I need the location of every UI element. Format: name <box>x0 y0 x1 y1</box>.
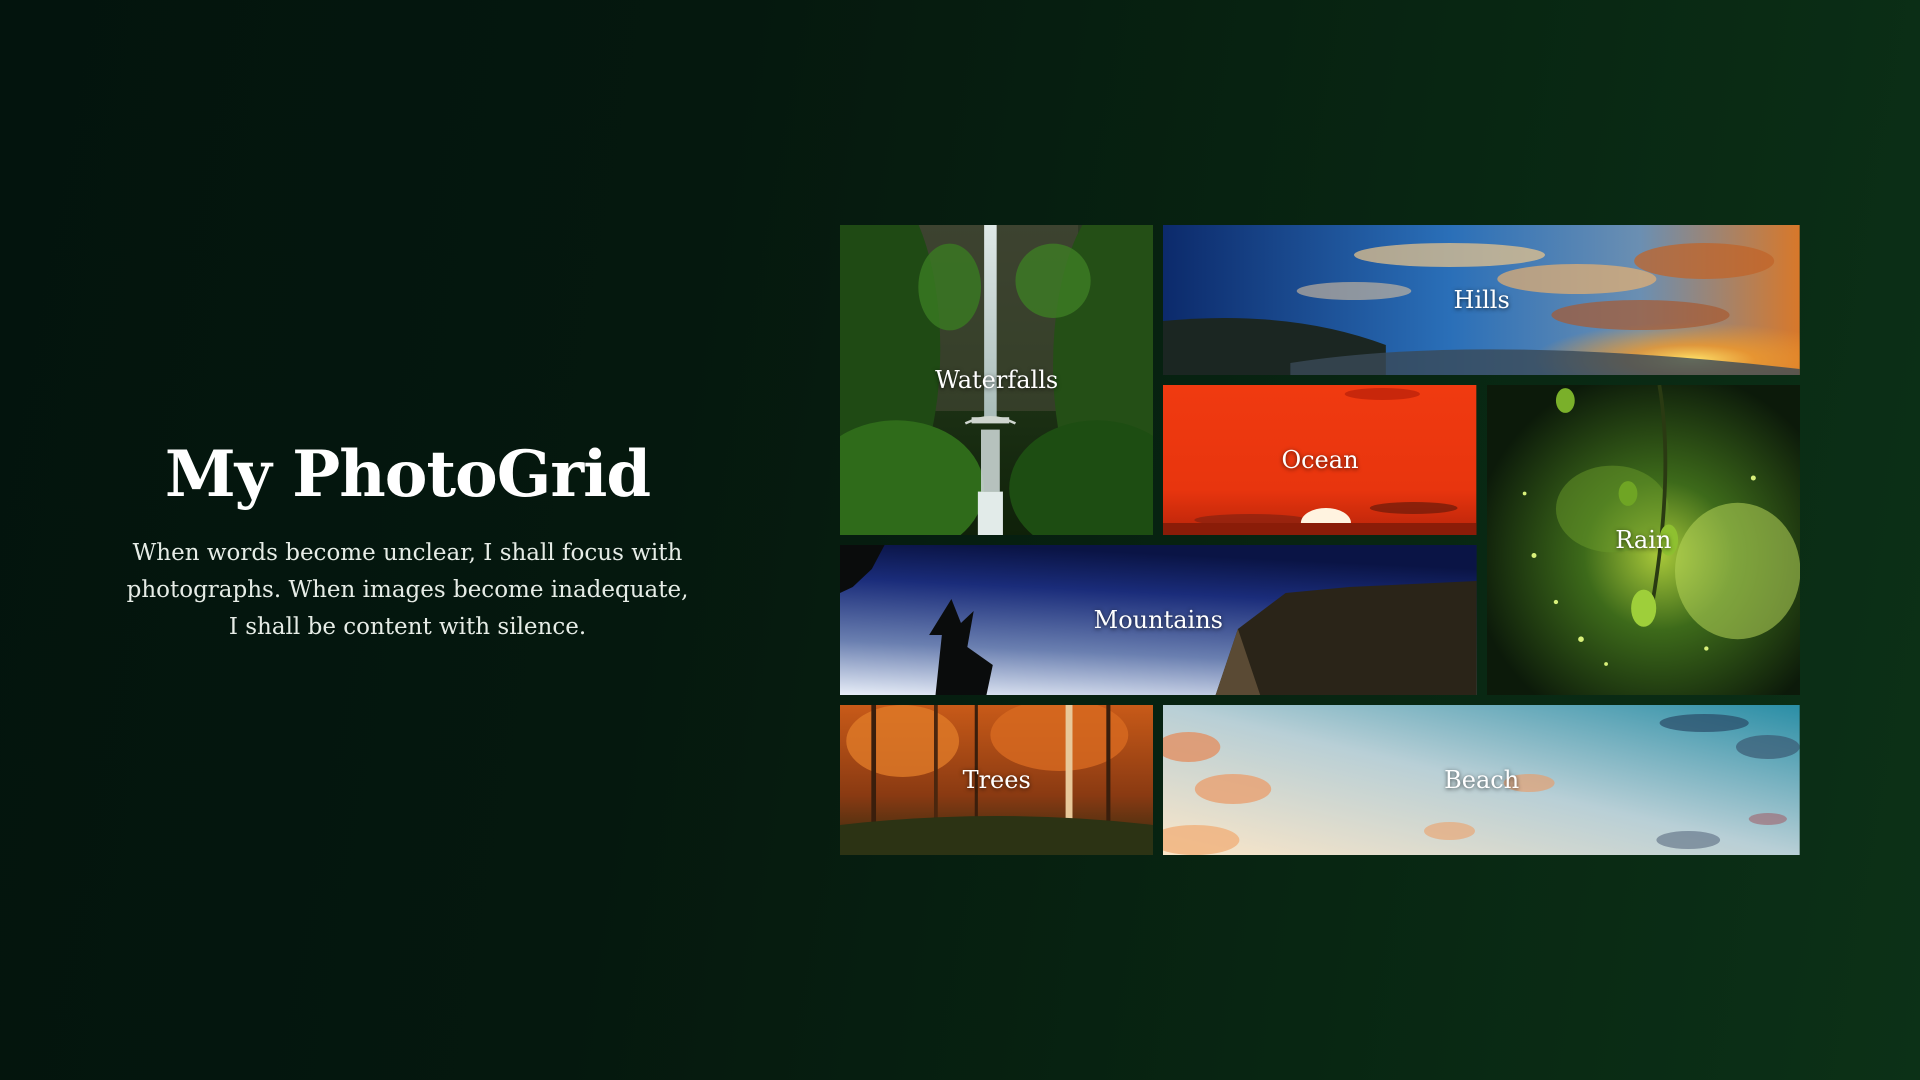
tile-label-ocean: Ocean <box>1281 446 1359 474</box>
photo-tile-rain[interactable]: Rain <box>1486 385 1800 695</box>
photo-tile-mountains[interactable]: Mountains <box>840 545 1477 695</box>
tile-label-rain: Rain <box>1615 526 1672 554</box>
photo-grid: Waterfalls Hills Ocean Rain Mountains Tr… <box>840 225 1800 855</box>
page-tagline: When words become unclear, I shall focus… <box>126 540 689 640</box>
photo-tile-waterfalls[interactable]: Waterfalls <box>840 225 1154 535</box>
tile-label-waterfalls: Waterfalls <box>935 366 1059 394</box>
photo-tile-beach[interactable]: Beach <box>1163 705 1800 855</box>
photo-tile-ocean[interactable]: Ocean <box>1163 385 1477 535</box>
page-title: My PhotoGrid <box>164 437 651 512</box>
photo-tile-trees[interactable]: Trees <box>840 705 1154 855</box>
intro-section: My PhotoGrid When words become unclear, … <box>120 435 695 646</box>
tile-label-hills: Hills <box>1453 286 1510 314</box>
tile-label-trees: Trees <box>962 766 1031 794</box>
tile-label-beach: Beach <box>1444 766 1520 794</box>
tile-label-mountains: Mountains <box>1093 606 1223 634</box>
photo-tile-hills[interactable]: Hills <box>1163 225 1800 375</box>
